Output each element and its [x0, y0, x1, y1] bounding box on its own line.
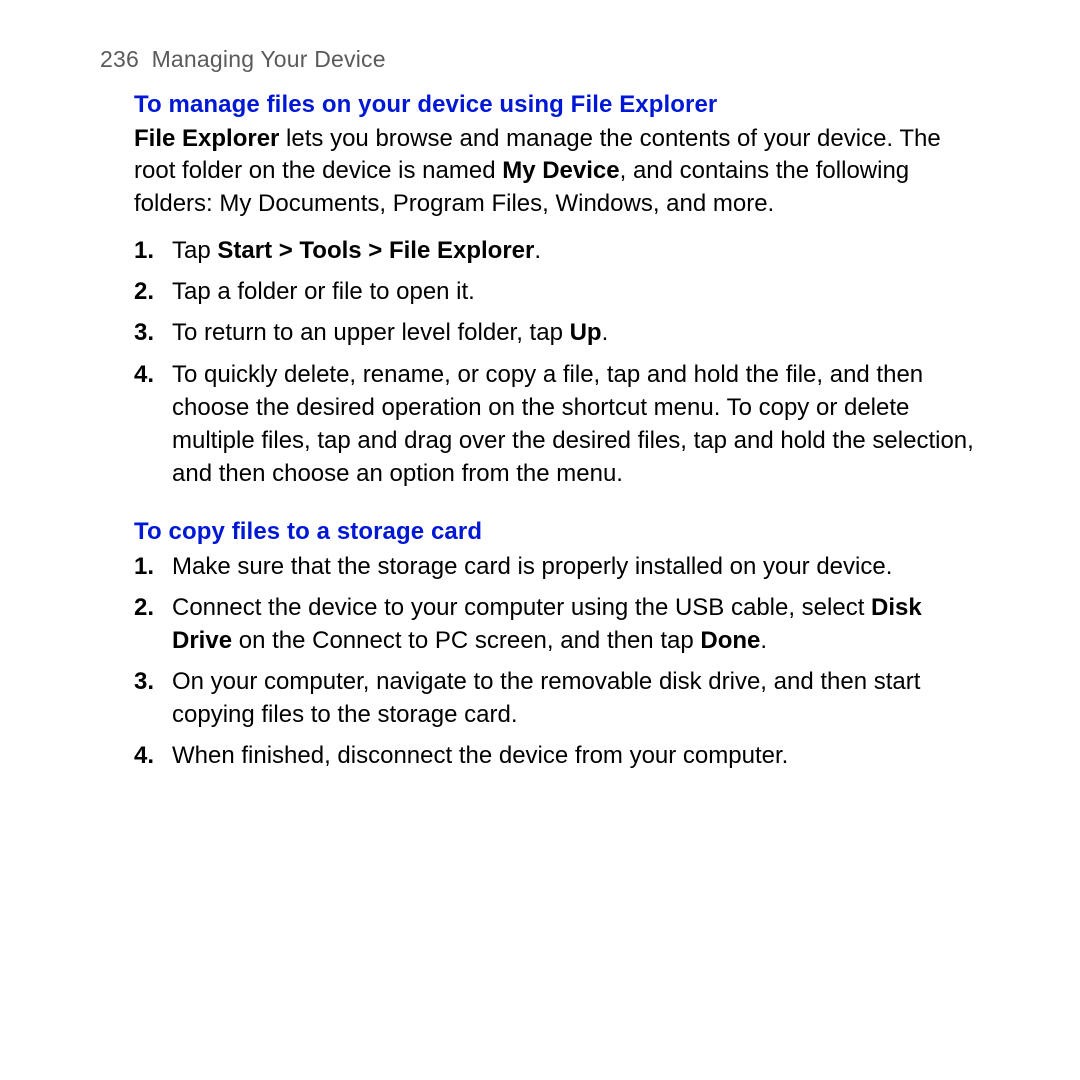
body-text: Tap: [172, 237, 217, 264]
bold-text: Done: [700, 627, 760, 654]
step-text: To quickly delete, rename, or copy a fil…: [172, 361, 974, 487]
content-sections: To manage files on your device using Fil…: [100, 91, 980, 773]
body-text: .: [760, 627, 767, 654]
step-item: To quickly delete, rename, or copy a fil…: [134, 358, 980, 490]
bold-text: File Explorer: [134, 125, 279, 152]
step-text: When finished, disconnect the device fro…: [172, 742, 788, 769]
section-intro: File Explorer lets you browse and manage…: [134, 123, 980, 220]
body-text: Tap a folder or file to open it.: [172, 278, 475, 305]
body-text: on the Connect to PC screen, and then ta…: [232, 627, 700, 654]
step-item: To return to an upper level folder, tap …: [134, 316, 980, 349]
step-text: Tap Start > Tools > File Explorer.: [172, 237, 541, 264]
step-item: When finished, disconnect the device fro…: [134, 739, 980, 772]
step-text: Connect the device to your computer usin…: [172, 594, 922, 654]
body-text: To quickly delete, rename, or copy a fil…: [172, 361, 974, 487]
section-subtitle: To manage files on your device using Fil…: [134, 91, 980, 119]
chapter-title: Managing Your Device: [152, 46, 386, 72]
body-text: .: [534, 237, 541, 264]
doc-section: To copy files to a storage card Make sure…: [134, 518, 980, 773]
running-header: 236 Managing Your Device: [100, 46, 980, 73]
bold-text: Start > Tools > File Explorer: [217, 237, 534, 264]
steps-list: Make sure that the storage card is prope…: [134, 550, 980, 773]
body-text: Make sure that the storage card is prope…: [172, 553, 892, 580]
page-number: 236: [100, 46, 139, 72]
step-text: Tap a folder or file to open it.: [172, 278, 475, 305]
step-item: On your computer, navigate to the remova…: [134, 665, 980, 731]
body-text: When finished, disconnect the device fro…: [172, 742, 788, 769]
step-item: Make sure that the storage card is prope…: [134, 550, 980, 583]
step-text: On your computer, navigate to the remova…: [172, 668, 920, 728]
steps-list: Tap Start > Tools > File Explorer. Tap a …: [134, 234, 980, 490]
section-subtitle: To copy files to a storage card: [134, 518, 980, 546]
body-text: To return to an upper level folder, tap: [172, 319, 570, 346]
body-text: Connect the device to your computer usin…: [172, 594, 871, 621]
step-item: Connect the device to your computer usin…: [134, 591, 980, 657]
page-body: 236 Managing Your Device To manage files…: [0, 0, 1080, 773]
step-text: Make sure that the storage card is prope…: [172, 553, 892, 580]
step-item: Tap Start > Tools > File Explorer.: [134, 234, 980, 267]
step-item: Tap a folder or file to open it.: [134, 275, 980, 308]
step-text: To return to an upper level folder, tap …: [172, 319, 608, 346]
doc-section: To manage files on your device using Fil…: [134, 91, 980, 490]
bold-text: Up: [570, 319, 602, 346]
bold-text: My Device: [502, 157, 619, 184]
body-text: .: [602, 319, 609, 346]
body-text: On your computer, navigate to the remova…: [172, 668, 920, 728]
